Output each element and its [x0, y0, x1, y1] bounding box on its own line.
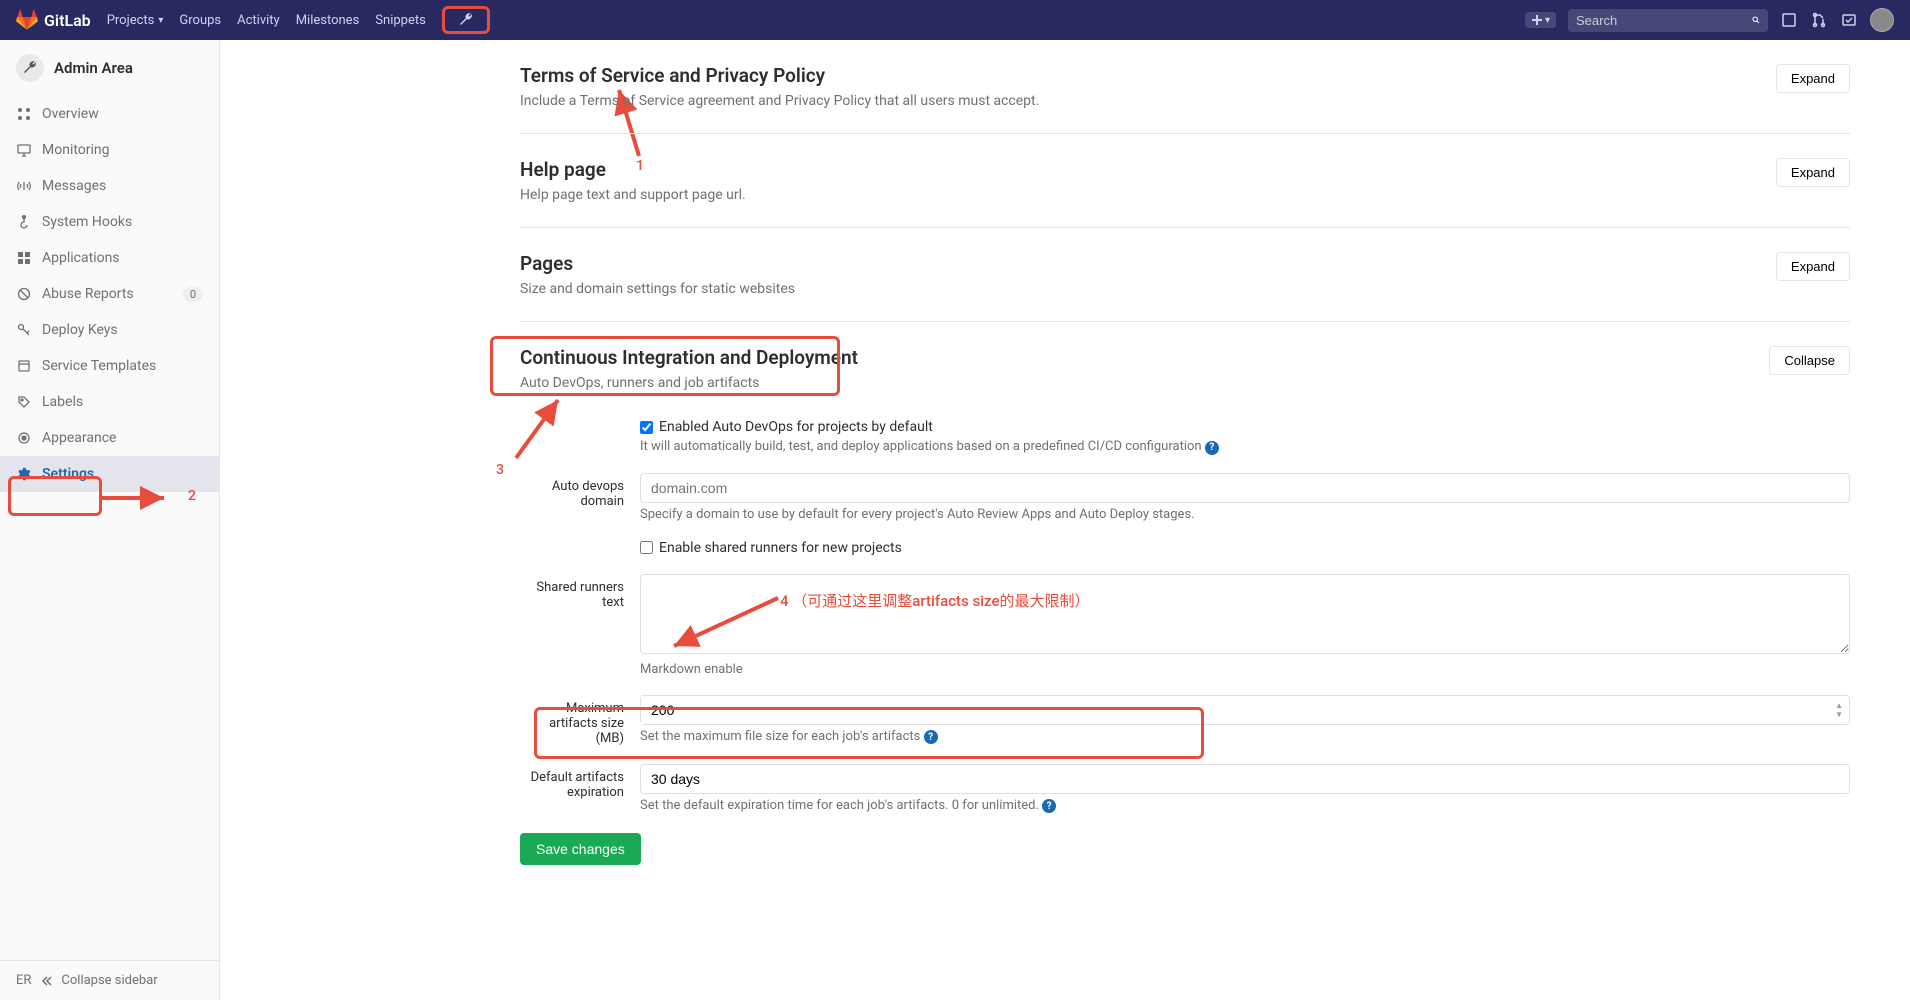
sidebar-item-applications[interactable]: Applications — [0, 240, 219, 276]
sidebar-item-monitoring[interactable]: Monitoring — [0, 132, 219, 168]
todos-icon[interactable] — [1840, 11, 1858, 29]
hook-icon — [16, 214, 32, 230]
help-icon[interactable]: ? — [1042, 799, 1056, 813]
shared-runners-checkbox[interactable] — [640, 541, 653, 554]
max-artifacts-input[interactable] — [641, 696, 1835, 724]
section-desc: Size and domain settings for static webs… — [520, 281, 795, 297]
sidebar-item-overview[interactable]: Overview — [0, 96, 219, 132]
help-icon[interactable]: ? — [1205, 441, 1219, 455]
max-artifacts-help: Set the maximum file size for each job's… — [640, 729, 1850, 745]
section-help: Help page Help page text and support pag… — [520, 134, 1850, 228]
section-desc: Auto DevOps, runners and job artifacts — [520, 375, 858, 391]
section-title: Pages — [520, 252, 795, 275]
content-area: 1 Terms of Service and Privacy Policy In… — [220, 40, 1910, 1000]
wrench-icon — [16, 54, 44, 82]
sidebar-item-service-templates[interactable]: Service Templates — [0, 348, 219, 384]
section-ci: Continuous Integration and Deployment Au… — [520, 322, 1850, 889]
appearance-icon — [16, 430, 32, 446]
section-desc: Include a Terms of Service agreement and… — [520, 93, 1039, 109]
save-changes-button[interactable]: Save changes — [520, 833, 641, 865]
annotation-label-4: 4 （可通过这里调整artifacts size的最大限制） — [780, 590, 1090, 611]
sidebar-title: Admin Area — [54, 59, 133, 77]
shared-runners-textarea[interactable] — [640, 574, 1850, 654]
sidebar-item-messages[interactable]: Messages — [0, 168, 219, 204]
nav-projects[interactable]: Projects▾ — [107, 13, 164, 28]
expand-button[interactable]: Expand — [1776, 158, 1850, 187]
auto-devops-checkbox-row[interactable]: Enabled Auto DevOps for projects by defa… — [640, 419, 1850, 435]
wrench-icon[interactable] — [457, 11, 475, 29]
abuse-icon — [16, 286, 32, 302]
chevron-left-icon — [39, 974, 53, 988]
max-artifacts-label: Maximum artifacts size (MB) — [520, 695, 640, 746]
search-box[interactable] — [1568, 9, 1768, 32]
expiration-input[interactable] — [640, 764, 1850, 794]
domain-help: Specify a domain to use by default for e… — [640, 507, 1850, 522]
nav-milestones[interactable]: Milestones — [296, 13, 360, 28]
section-title: Terms of Service and Privacy Policy — [520, 64, 1039, 87]
user-avatar[interactable] — [1870, 8, 1894, 32]
annotation-label-2: 2 — [188, 488, 196, 504]
expand-button[interactable]: Expand — [1776, 252, 1850, 281]
search-icon — [1752, 13, 1760, 27]
issues-icon[interactable] — [1780, 11, 1798, 29]
gitlab-logo-icon — [16, 9, 38, 31]
new-button[interactable]: ▾ — [1525, 12, 1556, 28]
chevron-down-icon: ▾ — [1545, 15, 1550, 26]
help-icon[interactable]: ? — [924, 730, 938, 744]
key-icon — [16, 322, 32, 338]
collapse-button[interactable]: Collapse — [1769, 346, 1850, 375]
section-desc: Help page text and support page url. — [520, 187, 746, 203]
brand-name: GitLab — [44, 11, 91, 30]
section-pages: Pages Size and domain settings for stati… — [520, 228, 1850, 322]
sidebar-item-appearance[interactable]: Appearance — [0, 420, 219, 456]
annotation-arrow-2 — [100, 486, 180, 510]
shared-runners-text-label: Shared runners text — [520, 574, 640, 677]
label-icon — [16, 394, 32, 410]
chevron-down-icon[interactable]: ▼ — [1835, 710, 1843, 719]
overview-icon — [16, 106, 32, 122]
section-title: Continuous Integration and Deployment — [520, 346, 858, 369]
nav-snippets[interactable]: Snippets — [375, 13, 426, 28]
annotation-label-3: 3 — [496, 462, 504, 478]
domain-label: Auto devops domain — [520, 473, 640, 522]
merge-requests-icon[interactable] — [1810, 11, 1828, 29]
auto-devops-help: It will automatically build, test, and d… — [640, 439, 1850, 455]
sidebar-item-deploy-keys[interactable]: Deploy Keys — [0, 312, 219, 348]
badge-count: 0 — [183, 287, 203, 302]
nav-groups[interactable]: Groups — [179, 13, 221, 28]
sidebar-item-labels[interactable]: Labels — [0, 384, 219, 420]
expiration-label: Default artifacts expiration — [520, 764, 640, 814]
chevron-up-icon[interactable]: ▲ — [1835, 701, 1843, 710]
nav-activity[interactable]: Activity — [237, 13, 280, 28]
auto-devops-checkbox[interactable] — [640, 421, 653, 434]
annotation-arrow-3 — [510, 394, 580, 464]
broadcast-icon — [16, 178, 32, 194]
domain-input[interactable] — [640, 473, 1850, 503]
top-navbar: GitLab Projects▾ Groups Activity Milesto… — [0, 0, 1910, 40]
apps-icon — [16, 250, 32, 266]
sidebar-item-abuse-reports[interactable]: Abuse Reports0 — [0, 276, 219, 312]
collapse-sidebar[interactable]: ER Collapse sidebar — [0, 960, 219, 1000]
gitlab-logo[interactable]: GitLab — [16, 9, 91, 31]
shared-runners-checkbox-row[interactable]: Enable shared runners for new projects — [640, 540, 1850, 556]
sidebar-item-system-hooks[interactable]: System Hooks — [0, 204, 219, 240]
section-531-tos: Terms of Service and Privacy Policy Incl… — [520, 40, 1850, 134]
gear-icon — [16, 466, 32, 482]
admin-sidebar: Admin Area Overview Monitoring Messages … — [0, 40, 220, 1000]
number-stepper[interactable]: ▲▼ — [1835, 701, 1849, 719]
chevron-down-icon: ▾ — [158, 15, 163, 26]
markdown-note: Markdown enable — [640, 662, 1850, 677]
search-input[interactable] — [1576, 13, 1752, 28]
template-icon — [16, 358, 32, 374]
annotation-arrow-4 — [668, 592, 788, 652]
expand-button[interactable]: Expand — [1776, 64, 1850, 93]
sidebar-header: Admin Area — [0, 40, 219, 96]
monitor-icon — [16, 142, 32, 158]
section-title: Help page — [520, 158, 746, 181]
admin-wrench-highlighted — [442, 6, 490, 34]
expiration-help: Set the default expiration time for each… — [640, 798, 1850, 814]
